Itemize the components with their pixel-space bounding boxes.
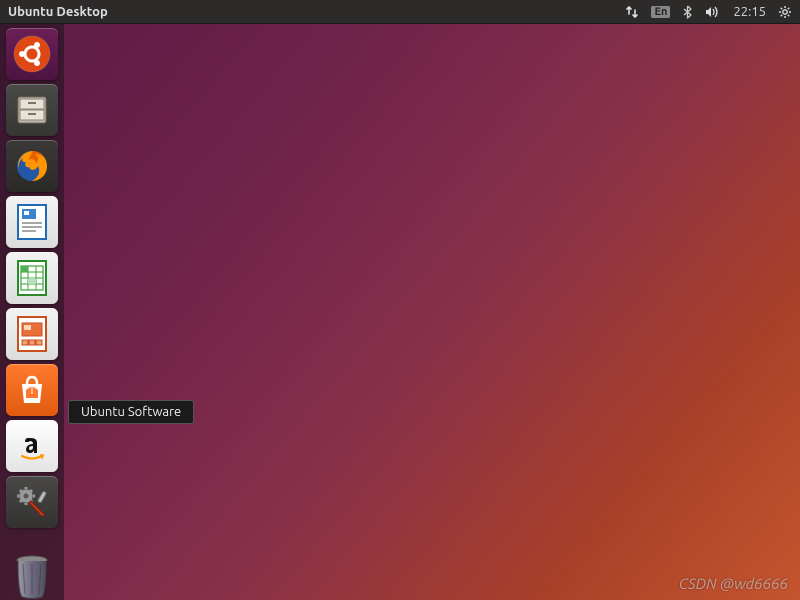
- indicator-area: En 22:15: [625, 5, 792, 19]
- bluetooth-icon[interactable]: [682, 5, 693, 19]
- clock[interactable]: 22:15: [733, 5, 766, 19]
- file-cabinet-icon: [13, 91, 51, 129]
- impress-icon: [14, 314, 50, 354]
- calc-icon: [14, 258, 50, 298]
- network-icon[interactable]: [625, 5, 639, 19]
- shopping-bag-icon: [14, 372, 50, 408]
- trash-icon: [11, 552, 53, 600]
- writer-icon: [14, 202, 50, 242]
- watermark-text: CSDN @wd6666: [679, 575, 788, 592]
- ubuntu-logo-icon: [12, 34, 52, 74]
- gear-icon[interactable]: [778, 5, 792, 19]
- system-settings-button[interactable]: [6, 476, 58, 528]
- panel-title: Ubuntu Desktop: [8, 5, 625, 19]
- wrench-gear-icon: [13, 483, 51, 521]
- writer-button[interactable]: [6, 196, 58, 248]
- trash-button[interactable]: [6, 548, 58, 600]
- language-indicator[interactable]: En: [651, 6, 670, 18]
- amazon-icon: [14, 428, 50, 464]
- volume-icon[interactable]: [705, 5, 721, 19]
- calc-button[interactable]: [6, 252, 58, 304]
- launcher-tooltip: Ubuntu Software: [68, 400, 194, 424]
- firefox-button[interactable]: [6, 140, 58, 192]
- top-panel: Ubuntu Desktop En 22:15: [0, 0, 800, 24]
- unity-launcher: [0, 24, 64, 600]
- files-button[interactable]: [6, 84, 58, 136]
- ubuntu-software-button[interactable]: [6, 364, 58, 416]
- impress-button[interactable]: [6, 308, 58, 360]
- dash-button[interactable]: [6, 28, 58, 80]
- firefox-icon: [12, 146, 52, 186]
- amazon-button[interactable]: [6, 420, 58, 472]
